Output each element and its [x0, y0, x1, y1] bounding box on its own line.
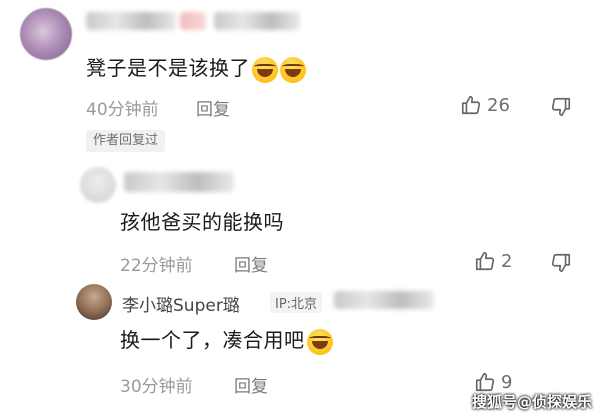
commenter-avatar-blurred[interactable]: [20, 8, 72, 60]
reply-button[interactable]: 回复: [234, 372, 268, 397]
commenter-name-blurred-red: [180, 12, 206, 30]
comment-text: 凳子是不是该换了: [86, 52, 306, 83]
like-count: 9: [501, 371, 513, 393]
commenter-name-blurred: [86, 12, 176, 30]
commenter-username[interactable]: 李小璐Super璐: [122, 291, 240, 316]
thumbs-down-icon: [551, 97, 571, 117]
reply-button[interactable]: 回复: [234, 251, 268, 276]
comment-time: 30分钟前: [120, 377, 193, 397]
thumbs-up-icon: [475, 372, 495, 392]
thumbs-up-icon: [475, 251, 495, 271]
laugh-cry-emoji-icon: [280, 56, 306, 83]
ip-location-badge: IP:北京: [270, 292, 323, 313]
thumbs-up-icon: [461, 95, 481, 115]
laugh-cry-emoji-icon: [252, 56, 278, 83]
watermark: 搜狐号@侦探娱乐: [471, 393, 592, 411]
comment-body: 孩他爸买的能换吗: [120, 210, 284, 234]
dislike-button[interactable]: [550, 96, 572, 118]
commenter-meta-blurred: [334, 291, 434, 309]
like-button[interactable]: 26: [460, 94, 510, 116]
author-replied-tag: 作者回复过: [86, 130, 166, 152]
comment-body: 凳子是不是该换了: [86, 56, 250, 80]
commenter-avatar[interactable]: [76, 284, 112, 320]
like-count: 26: [487, 94, 510, 116]
comment-body: 换一个了，凑合用吧: [120, 328, 305, 352]
commenter-meta-blurred: [214, 12, 300, 30]
like-count: 2: [501, 250, 513, 272]
comment-text: 换一个了，凑合用吧: [120, 324, 333, 355]
thumbs-down-icon: [551, 253, 571, 273]
laugh-cry-emoji-icon: [306, 328, 333, 355]
reply-button[interactable]: 回复: [196, 95, 230, 120]
commenter-avatar-blurred[interactable]: [80, 167, 116, 203]
dislike-button[interactable]: [550, 252, 572, 274]
comment-time: 22分钟前: [120, 256, 193, 276]
like-button[interactable]: 9: [474, 371, 512, 393]
like-button[interactable]: 2: [474, 250, 512, 272]
commenter-name-blurred: [124, 172, 234, 192]
comment-time: 40分钟前: [86, 100, 159, 120]
